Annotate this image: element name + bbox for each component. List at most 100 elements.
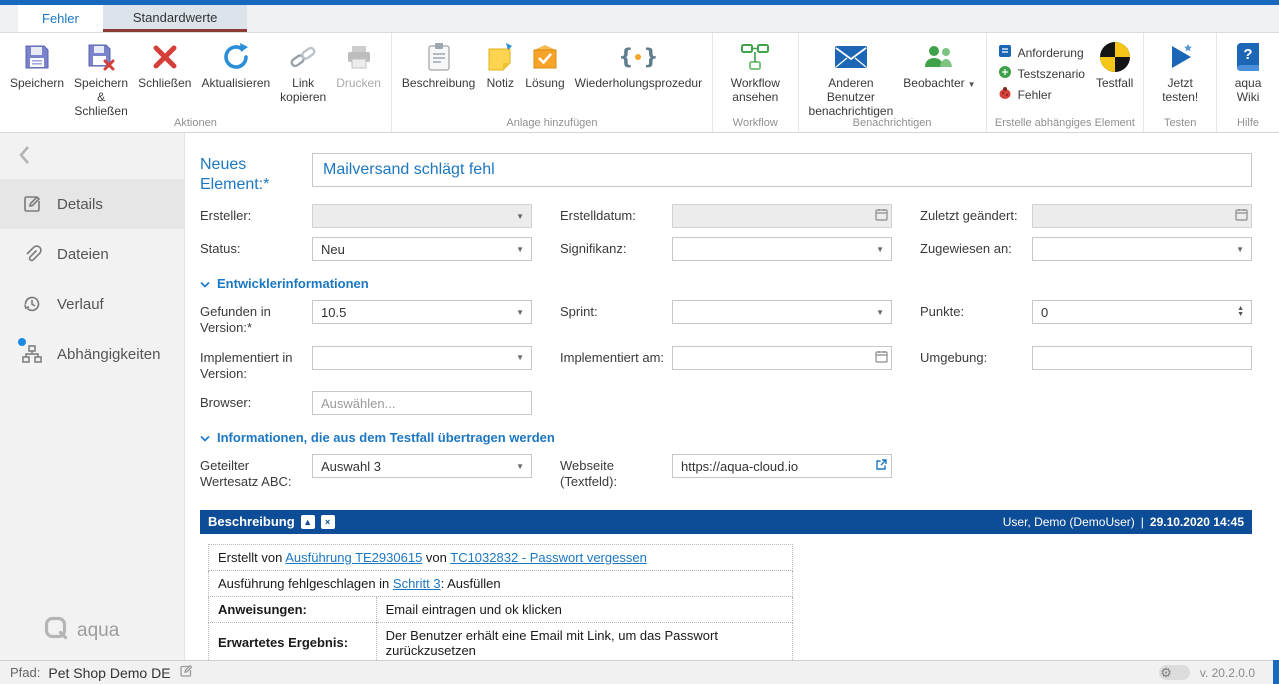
ribbon-toolbar: Speichern Speichern & Schließen Schließe…: [0, 33, 1279, 133]
sticky-note-icon: [485, 40, 515, 74]
anweisungen-value: Email eintragen und ok klicken: [376, 596, 792, 622]
testcase-link[interactable]: TC1032832 - Passwort vergessen: [450, 550, 647, 565]
sidebar-item-dateien[interactable]: Dateien: [0, 229, 184, 279]
drucken-button[interactable]: Drucken: [331, 36, 386, 94]
speichern-schliessen-button[interactable]: Speichern & Schließen: [69, 36, 133, 122]
schliessen-button[interactable]: Schließen: [133, 36, 196, 94]
gefunden-in-version-select[interactable]: 10.5▼: [312, 300, 532, 324]
external-link-icon[interactable]: [875, 458, 888, 474]
dependent-items-column: Anforderung Testszenario Fehler: [992, 36, 1091, 105]
browser-label: Browser:: [200, 391, 312, 415]
drucken-label: Drucken: [336, 76, 381, 90]
loesung-button[interactable]: Lösung: [520, 36, 569, 94]
zuletzt-geaendert-label: Zuletzt geändert:: [920, 204, 1032, 228]
erwartetes-ergebnis-value: Der Benutzer erhält eine Email mit Link,…: [376, 622, 792, 660]
wiederholungsprozedur-label: Wiederholungsprozedur: [575, 76, 702, 90]
sidebar-item-verlauf[interactable]: Verlauf: [0, 279, 184, 329]
sidebar-item-abhaengigkeiten[interactable]: Abhängigkeiten: [0, 329, 184, 379]
close-icon: [151, 40, 179, 74]
description-close-icon[interactable]: ×: [321, 515, 335, 529]
workflow-ansehen-button[interactable]: Workflow ansehen: [718, 36, 792, 108]
sidebar-collapse-button[interactable]: [0, 133, 184, 179]
edit-path-icon[interactable]: [179, 664, 193, 681]
jetzt-testen-button[interactable]: Jetzt testen!: [1149, 36, 1211, 108]
implementiert-am-field[interactable]: [672, 346, 892, 370]
fehler-button[interactable]: Fehler: [992, 84, 1091, 105]
link-kopieren-button[interactable]: Link kopieren: [275, 36, 331, 108]
ersteller-label: Ersteller:: [200, 204, 312, 228]
zugewiesen-select[interactable]: ▼: [1032, 237, 1252, 261]
link-icon: [288, 40, 318, 74]
testszenario-label: Testszenario: [1018, 67, 1085, 81]
table-row: Erstellt von Ausführung TE2930615 von TC…: [209, 544, 793, 570]
title-input[interactable]: Mailversand schlägt fehl: [312, 153, 1252, 187]
details-panel: Neues Element:* Mailversand schlägt fehl…: [186, 133, 1279, 660]
table-row: Erwartetes Ergebnis: Der Benutzer erhält…: [209, 622, 793, 660]
chevron-down-icon: ▼: [512, 308, 528, 317]
browser-select[interactable]: Auswählen...: [312, 391, 532, 415]
anforderung-button[interactable]: Anforderung: [992, 42, 1091, 63]
sidebar-verlauf-label: Verlauf: [57, 296, 104, 313]
workflow-icon: [740, 40, 770, 74]
benutzer-benachrichtigen-button[interactable]: Anderen Benutzer benachrichtigen: [804, 36, 899, 122]
step-link[interactable]: Schritt 3: [393, 576, 441, 591]
gear-icon: ⚙: [1160, 666, 1172, 679]
status-label: Status:: [200, 237, 312, 261]
aktualisieren-button[interactable]: Aktualisieren: [196, 36, 275, 94]
clipboard-icon: [425, 40, 453, 74]
description-title: Beschreibung ▲ ×: [208, 514, 335, 529]
testfall-label: Testfall: [1096, 76, 1133, 90]
umgebung-label: Umgebung:: [920, 346, 1032, 383]
signifikanz-select[interactable]: ▼: [672, 237, 892, 261]
ribbon-group-anlage: Beschreibung Notiz Lösung {} Wiederholun…: [392, 33, 713, 132]
description-collapse-icon[interactable]: ▲: [301, 515, 315, 529]
testszenario-button[interactable]: Testszenario: [992, 63, 1091, 84]
zuletzt-geaendert-field: [1032, 204, 1252, 228]
wertesatz-select[interactable]: Auswahl 3▼: [312, 454, 532, 478]
punkte-stepper[interactable]: 0▲▼: [1032, 300, 1252, 324]
group-label-benachrichtigen: Benachrichtigen: [799, 117, 986, 129]
testcase-pie-icon: [1098, 40, 1132, 74]
wiederholungsprozedur-button[interactable]: {} Wiederholungsprozedur: [570, 36, 707, 94]
sidebar-dateien-label: Dateien: [57, 246, 109, 263]
calendar-icon: [875, 350, 888, 366]
aktualisieren-label: Aktualisieren: [201, 76, 270, 90]
notification-dot: [18, 338, 26, 346]
sidebar-item-details[interactable]: Details: [0, 179, 184, 229]
notiz-button[interactable]: Notiz: [480, 36, 520, 94]
anweisungen-label: Anweisungen:: [209, 596, 377, 622]
back-chevron-icon: [18, 145, 30, 168]
printer-icon: [344, 40, 374, 74]
execution-link[interactable]: Ausführung TE2930615: [285, 550, 422, 565]
description-timestamp: 29.10.2020 14:45: [1150, 515, 1244, 529]
webseite-input[interactable]: https://aqua-cloud.io: [672, 454, 892, 478]
section-entwicklerinformationen[interactable]: Entwicklerinformationen: [200, 276, 1252, 291]
testfall-button[interactable]: Testfall: [1091, 36, 1138, 94]
version-label: v. 20.2.0.0: [1200, 666, 1255, 680]
tab-fehler[interactable]: Fehler: [18, 5, 103, 32]
wertesatz-label: Geteilter Wertesatz ABC:: [200, 454, 312, 491]
speichern-button[interactable]: Speichern: [5, 36, 69, 94]
settings-toggle[interactable]: ⚙: [1159, 665, 1190, 680]
link-kopieren-label: Link kopieren: [280, 76, 326, 104]
dependencies-icon: [22, 344, 42, 364]
sprint-select[interactable]: ▼: [672, 300, 892, 324]
play-icon: [1165, 40, 1195, 74]
beobachter-button[interactable]: Beobachter▼: [898, 36, 980, 94]
aqua-wiki-button[interactable]: ? aqua Wiki: [1222, 36, 1274, 108]
erstelldatum-field: [672, 204, 892, 228]
section-testfall-informationen[interactable]: Informationen, die aus dem Testfall über…: [200, 430, 1252, 445]
group-label-anlage: Anlage hinzufügen: [392, 117, 712, 129]
save-icon: [22, 40, 52, 74]
umgebung-input[interactable]: [1032, 346, 1252, 370]
tab-standardwerte[interactable]: Standardwerte: [103, 5, 248, 32]
implementiert-in-version-select[interactable]: ▼: [312, 346, 532, 370]
section-chevron-icon: [200, 430, 210, 445]
status-select[interactable]: Neu▼: [312, 237, 532, 261]
ribbon-group-benachrichtigen: Anderen Benutzer benachrichtigen Beobach…: [799, 33, 987, 132]
aqua-logo-text: aqua: [77, 620, 119, 642]
spinner-icons[interactable]: ▲▼: [1233, 307, 1248, 316]
description-header: Beschreibung ▲ × User, Demo (DemoUser) |…: [200, 510, 1252, 534]
jetzt-testen-label: Jetzt testen!: [1154, 76, 1206, 104]
beschreibung-button[interactable]: Beschreibung: [397, 36, 480, 94]
